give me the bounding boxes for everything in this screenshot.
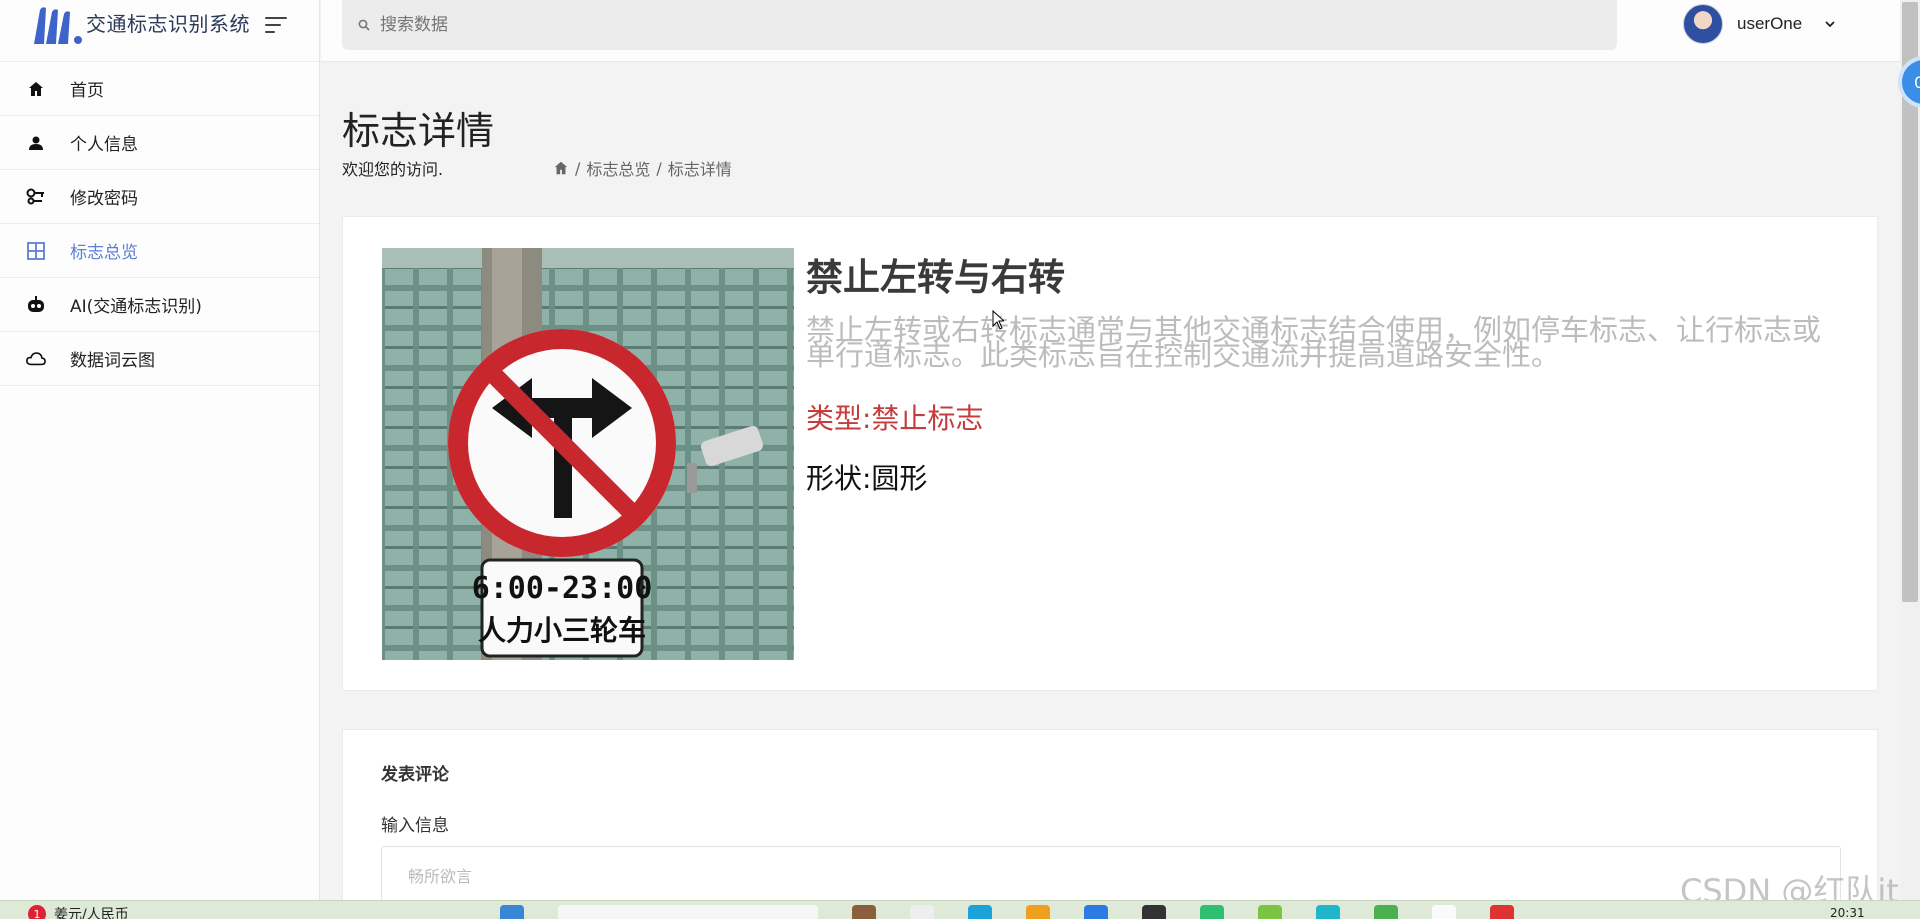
search-input[interactable] [380,15,980,35]
brand: 交通标志识别系统 [0,0,319,62]
sidebar-item-label: 首页 [70,81,104,101]
sidebar-item-password[interactable]: 修改密码 [0,170,319,224]
clock: 20:31 [1830,906,1865,919]
sign-shape: 形状:圆形 [806,462,928,495]
sidebar-item-overview[interactable]: 标志总览 [0,224,319,278]
sidebar: 交通标志识别系统 首页 个人信息 修改密码 标志总览 AI(交通标志识别) 数据… [0,0,320,900]
grid-icon [26,241,46,261]
sign-detail-card: 6:00-23:00 人力小三轮车 禁止左转与右转 禁止左转或右转标志通常与其他… [342,216,1878,691]
sidebar-item-label: 数据词云图 [70,351,155,371]
robot-icon [26,295,46,315]
sidebar-item-home[interactable]: 首页 [0,62,319,116]
taskbar: 1 姜元/人民币 20:31 [0,900,1920,919]
app-icon[interactable] [1432,905,1456,919]
page-title: 标志详情 [342,109,495,153]
notification-badge: 1 [28,905,46,919]
sign-name: 禁止左转与右转 [806,256,1065,299]
sidebar-item-ai-recognition[interactable]: AI(交通标志识别) [0,278,319,332]
comment-input[interactable]: 畅所欲言 [381,846,1841,906]
user-menu[interactable]: userOne [1683,4,1836,44]
breadcrumb-item-overview[interactable]: 标志总览 [586,156,650,180]
app-icon[interactable] [1142,905,1166,919]
plate-text: 人力小三轮车 [478,614,646,647]
cursor-icon [992,310,1004,330]
comment-card: 发表评论 输入信息 畅所欲言 [342,729,1878,919]
taskbar-apps [500,905,1514,919]
app-icon[interactable] [1490,905,1514,919]
menu-toggle-icon[interactable] [265,15,289,35]
app-icon[interactable] [852,905,876,919]
sign-photo: 6:00-23:00 人力小三轮车 [382,248,794,660]
app-icon[interactable] [1258,905,1282,919]
comment-title: 发表评论 [381,765,449,785]
taskbar-widget[interactable]: 1 姜元/人民币 [28,904,129,919]
home-icon [26,79,46,99]
welcome-text: 欢迎您的访问. [342,160,444,179]
sidebar-item-label: 修改密码 [70,189,138,209]
search-bar[interactable] [342,0,1617,50]
app-icon[interactable] [1200,905,1224,919]
app-icon[interactable] [910,905,934,919]
breadcrumb-item-current: 标志详情 [667,160,732,179]
app-icon[interactable] [1374,905,1398,919]
home-icon[interactable] [553,160,569,176]
sidebar-item-label: 标志总览 [70,243,138,263]
avatar [1683,4,1723,44]
app-icon[interactable] [968,905,992,919]
sidebar-nav: 首页 个人信息 修改密码 标志总览 AI(交通标志识别) 数据词云图 [0,62,319,386]
app-icon[interactable] [1084,905,1108,919]
taskbar-widget-text: 姜元/人民币 [54,907,129,919]
username: userOne [1737,14,1803,33]
sidebar-item-label: AI(交通标志识别) [70,297,202,317]
sidebar-item-wordcloud[interactable]: 数据词云图 [0,332,319,386]
comment-label: 输入信息 [381,816,449,836]
sidebar-item-label: 个人信息 [70,135,138,155]
topbar: userOne [321,0,1900,62]
sign-description: 禁止左转或右转标志通常与其他交通标志结合使用，例如停车标志、让行标志或单行道标志… [806,313,1822,372]
sign-type: 类型:禁止标志 [806,402,984,435]
app-icon[interactable] [1026,905,1050,919]
key-icon [26,187,46,207]
breadcrumb: / 标志总览 / 标志详情 [553,156,732,180]
brand-title: 交通标志识别系统 [86,12,250,36]
sidebar-item-profile[interactable]: 个人信息 [0,116,319,170]
search-box-icon[interactable] [558,905,818,919]
plate-time: 6:00-23:00 [472,571,653,606]
cloud-icon [26,349,46,369]
chevron-down-icon [1825,21,1835,28]
logo-icon [30,4,86,46]
app-icon[interactable] [1316,905,1340,919]
user-icon [26,133,46,153]
page-scrollbar[interactable] [1900,0,1920,900]
start-icon[interactable] [500,905,524,919]
search-icon [358,19,370,31]
